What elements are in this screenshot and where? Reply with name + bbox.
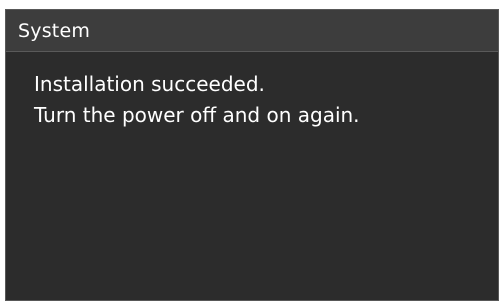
dialog-content: Installation succeeded. Turn the power o…: [6, 52, 498, 131]
system-dialog: System Installation succeeded. Turn the …: [5, 9, 499, 301]
dialog-title: System: [18, 19, 91, 42]
message-line-1: Installation succeeded.: [34, 72, 265, 96]
message-line-2: Turn the power off and on again.: [34, 103, 360, 127]
dialog-titlebar: System: [6, 10, 498, 52]
